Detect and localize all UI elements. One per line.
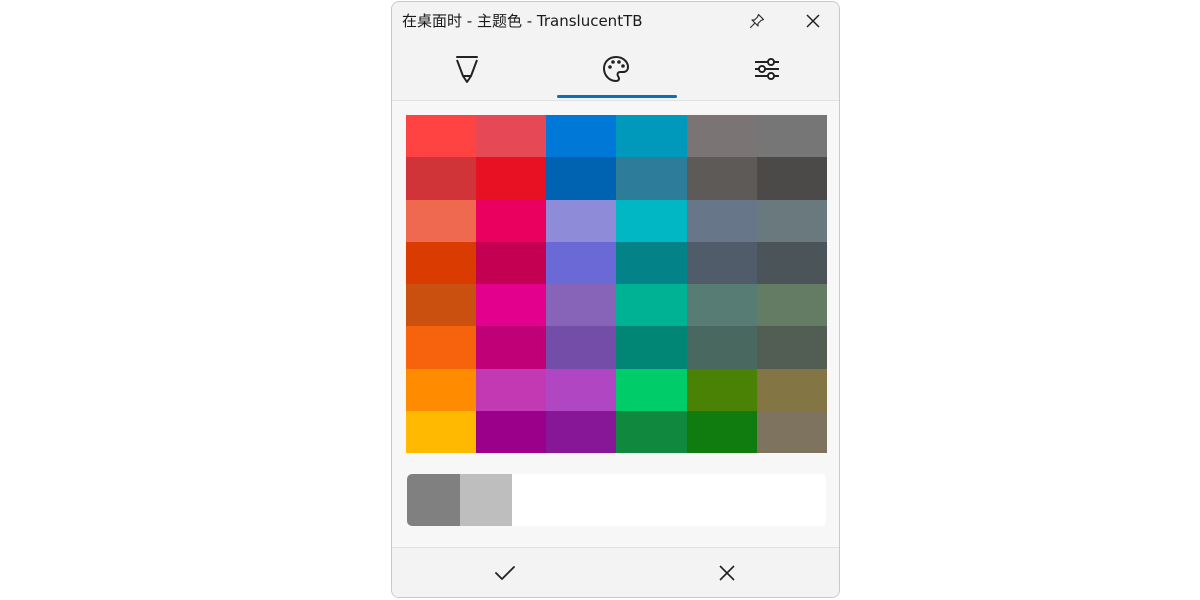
color-swatch[interactable] [476,284,547,327]
tab-color-picker[interactable] [407,38,527,100]
color-swatch[interactable] [686,326,757,369]
tab-bar [392,38,839,101]
pin-icon [749,13,765,29]
close-button[interactable] [800,8,826,34]
color-swatch[interactable] [756,410,827,453]
color-swatch[interactable] [546,368,617,411]
color-swatch[interactable] [476,368,547,411]
color-swatch[interactable] [686,368,757,411]
tab-palette[interactable] [556,38,676,100]
palette-icon [603,56,629,82]
color-swatch[interactable] [616,284,687,327]
previous-color-preview[interactable] [407,474,460,526]
color-swatch[interactable] [546,410,617,453]
color-swatch[interactable] [686,157,757,200]
color-swatch[interactable] [546,241,617,284]
color-swatch[interactable] [406,115,477,158]
color-swatch[interactable] [616,410,687,453]
checkmark-icon [495,566,515,580]
new-color-preview [460,474,512,526]
color-picker-pen-icon [456,56,478,83]
sliders-icon [755,58,779,80]
pin-button[interactable] [744,8,770,34]
color-swatch[interactable] [546,284,617,327]
color-swatch[interactable] [616,157,687,200]
color-swatch-grid [406,115,827,453]
color-swatch[interactable] [756,199,827,242]
color-swatch[interactable] [686,284,757,327]
app-window: 在桌面时 - 主题色 - TranslucentTB [391,1,840,598]
color-swatch[interactable] [406,410,477,453]
color-swatch[interactable] [616,115,687,158]
color-swatch[interactable] [756,368,827,411]
color-swatch[interactable] [406,284,477,327]
color-swatch[interactable] [756,326,827,369]
color-preview-bar [407,474,826,526]
selected-tab-indicator [557,95,677,98]
color-swatch[interactable] [546,157,617,200]
color-swatch[interactable] [406,157,477,200]
color-swatch[interactable] [406,326,477,369]
ok-button[interactable] [492,560,518,586]
color-swatch[interactable] [476,326,547,369]
color-swatch[interactable] [406,368,477,411]
color-swatch[interactable] [616,199,687,242]
color-swatch[interactable] [756,284,827,327]
color-swatch[interactable] [756,115,827,158]
close-icon [806,14,820,28]
color-swatch[interactable] [756,241,827,284]
color-swatch[interactable] [406,199,477,242]
color-swatch[interactable] [546,115,617,158]
color-content-area [392,101,839,547]
color-swatch[interactable] [546,326,617,369]
color-swatch[interactable] [476,115,547,158]
color-swatch[interactable] [476,241,547,284]
color-swatch[interactable] [406,241,477,284]
color-swatch[interactable] [686,410,757,453]
dialog-footer [392,547,839,597]
color-swatch[interactable] [616,368,687,411]
window-title: 在桌面时 - 主题色 - TranslucentTB [402,12,643,30]
color-swatch[interactable] [476,410,547,453]
color-swatch[interactable] [476,157,547,200]
color-swatch[interactable] [686,115,757,158]
tab-settings-sliders[interactable] [707,38,827,100]
color-swatch[interactable] [686,241,757,284]
color-swatch[interactable] [476,199,547,242]
color-swatch[interactable] [616,326,687,369]
cancel-button[interactable] [714,560,740,586]
color-swatch[interactable] [756,157,827,200]
title-bar[interactable]: 在桌面时 - 主题色 - TranslucentTB [392,2,839,38]
color-swatch[interactable] [546,199,617,242]
close-icon [719,565,735,581]
color-swatch[interactable] [616,241,687,284]
color-swatch[interactable] [686,199,757,242]
